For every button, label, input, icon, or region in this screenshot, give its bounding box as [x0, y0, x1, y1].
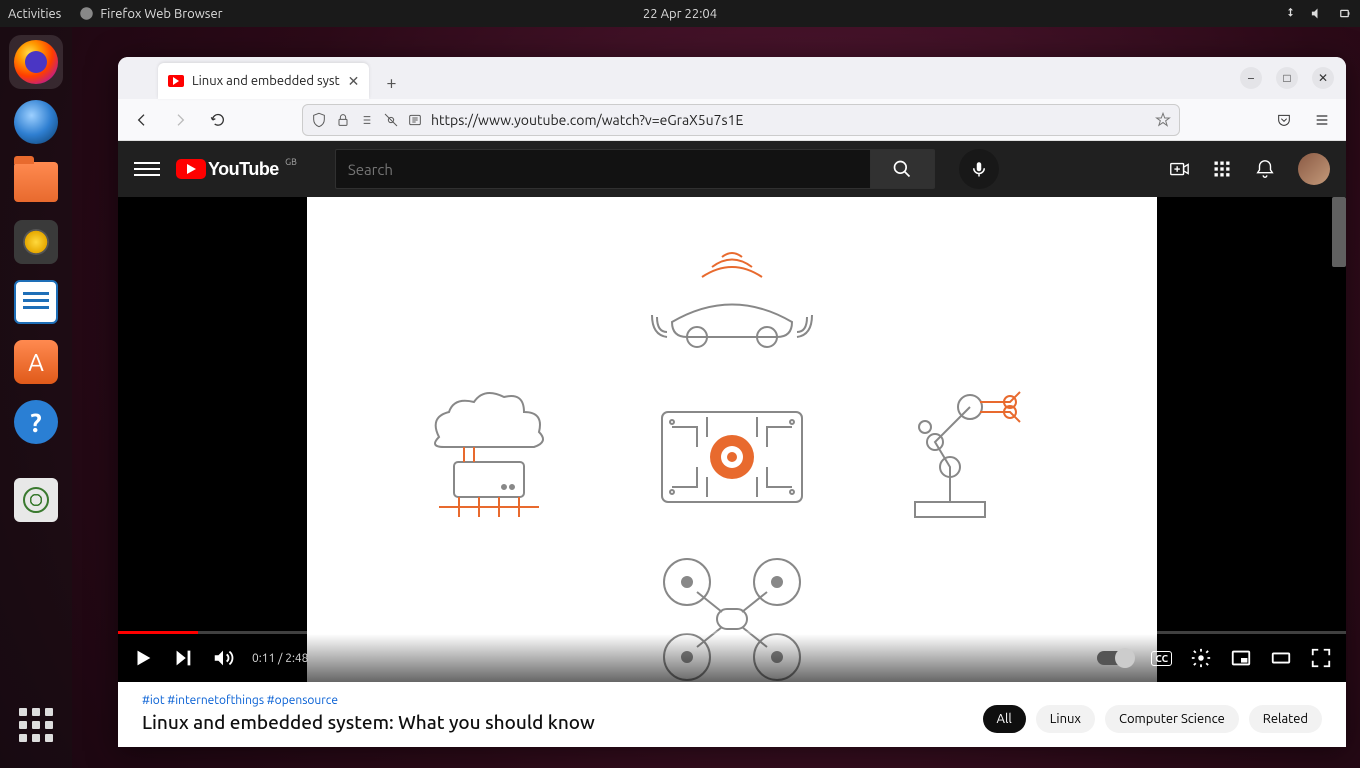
- speaker-icon: [14, 220, 58, 264]
- clock[interactable]: 22 Apr 22:04: [643, 7, 717, 21]
- filter-chips: All Linux Computer Science Related: [983, 705, 1322, 733]
- youtube-play-icon: [176, 159, 206, 179]
- dock-thunderbird[interactable]: [9, 95, 63, 149]
- forward-button[interactable]: [166, 106, 194, 134]
- reader-icon[interactable]: [407, 112, 423, 128]
- chip-cs[interactable]: Computer Science: [1105, 705, 1239, 733]
- tab-title: Linux and embedded syst: [192, 74, 340, 88]
- player-controls: 0:11 / 2:48 CC: [118, 634, 1346, 682]
- back-button[interactable]: [128, 106, 156, 134]
- fullscreen-button-icon[interactable]: [1310, 647, 1332, 669]
- chip-illustration-icon: [647, 397, 817, 517]
- video-hashtags[interactable]: #iot #internetofthings #opensource: [142, 694, 595, 707]
- youtube-search-button[interactable]: [871, 149, 935, 189]
- tracking-icon[interactable]: [383, 112, 399, 128]
- robot-arm-illustration-icon: [895, 387, 1055, 527]
- dock-help[interactable]: ?: [9, 395, 63, 449]
- firefox-window: Linux and embedded syst ✕ + – □ ✕: [118, 57, 1346, 747]
- cloud-server-illustration-icon: [409, 387, 569, 527]
- next-button-icon[interactable]: [172, 647, 194, 669]
- gnome-topbar: Activities Firefox Web Browser 22 Apr 22…: [0, 0, 1360, 27]
- volume-icon[interactable]: [1310, 6, 1325, 21]
- autoplay-toggle[interactable]: [1097, 651, 1133, 665]
- video-player[interactable]: 0:11 / 2:48 CC: [118, 197, 1346, 682]
- video-meta: #iot #internetofthings #opensource Linux…: [118, 682, 1346, 747]
- dock-writer[interactable]: [9, 275, 63, 329]
- window-maximize-button[interactable]: □: [1276, 67, 1298, 89]
- grid-icon: [19, 708, 53, 742]
- youtube-favicon-icon: [168, 75, 184, 87]
- page-scrollbar[interactable]: [1332, 197, 1346, 267]
- active-app-indicator[interactable]: Firefox Web Browser: [79, 6, 222, 21]
- dock-firefox[interactable]: [9, 35, 63, 89]
- activities-button[interactable]: Activities: [8, 7, 61, 21]
- cc-button[interactable]: CC: [1151, 651, 1172, 666]
- trash-icon: [14, 478, 58, 522]
- chip-linux[interactable]: Linux: [1036, 705, 1095, 733]
- power-icon[interactable]: [1337, 6, 1352, 21]
- youtube-create-icon[interactable]: [1168, 158, 1190, 180]
- video-title: Linux and embedded system: What you shou…: [142, 711, 595, 733]
- question-icon: ?: [14, 400, 58, 444]
- chip-all[interactable]: All: [983, 705, 1026, 733]
- app-menu-button[interactable]: [1308, 106, 1336, 134]
- browser-tab[interactable]: Linux and embedded syst ✕: [158, 63, 369, 99]
- url-bar[interactable]: [302, 104, 1180, 136]
- bookmark-star-icon[interactable]: [1155, 112, 1171, 128]
- chip-related[interactable]: Related: [1249, 705, 1322, 733]
- folder-icon: [14, 162, 58, 202]
- tab-bar: Linux and embedded syst ✕ +: [118, 57, 1346, 99]
- firefox-icon: [79, 6, 94, 21]
- window-close-button[interactable]: ✕: [1312, 67, 1334, 89]
- youtube-header: YouTube GB: [118, 141, 1346, 197]
- network-icon[interactable]: [1283, 6, 1298, 21]
- youtube-apps-icon[interactable]: [1212, 159, 1232, 179]
- video-time: 0:11 / 2:48: [252, 652, 308, 665]
- dock-rhythmbox[interactable]: [9, 215, 63, 269]
- pocket-button[interactable]: [1270, 106, 1298, 134]
- dock-files[interactable]: [9, 155, 63, 209]
- youtube-notifications-icon[interactable]: [1254, 158, 1276, 180]
- firefox-icon: [14, 40, 58, 84]
- car-illustration-icon: [642, 237, 822, 357]
- video-content: [307, 197, 1157, 682]
- youtube-voice-search-button[interactable]: [959, 149, 999, 189]
- dock-show-apps[interactable]: [9, 698, 63, 752]
- play-button-icon[interactable]: [132, 647, 154, 669]
- tab-close-button[interactable]: ✕: [348, 73, 360, 90]
- youtube-search-input[interactable]: [335, 149, 871, 189]
- permissions-icon[interactable]: [359, 112, 375, 128]
- thunderbird-icon: [14, 100, 58, 144]
- browser-toolbar: [118, 99, 1346, 141]
- settings-button-icon[interactable]: [1190, 647, 1212, 669]
- reload-button[interactable]: [204, 106, 232, 134]
- youtube-search: [335, 149, 935, 189]
- volume-button-icon[interactable]: [212, 647, 234, 669]
- youtube-page: YouTube GB: [118, 141, 1346, 747]
- theater-button-icon[interactable]: [1270, 647, 1292, 669]
- youtube-avatar[interactable]: [1298, 153, 1330, 185]
- youtube-logo[interactable]: YouTube GB: [176, 159, 279, 180]
- miniplayer-button-icon[interactable]: [1230, 647, 1252, 669]
- dock-trash[interactable]: [9, 473, 63, 527]
- youtube-guide-button[interactable]: [134, 162, 160, 176]
- window-minimize-button[interactable]: –: [1240, 67, 1262, 89]
- shopping-bag-icon: A: [14, 340, 58, 384]
- new-tab-button[interactable]: +: [375, 67, 407, 99]
- url-input[interactable]: [431, 112, 1147, 128]
- document-icon: [14, 280, 58, 324]
- dock: A ?: [0, 27, 72, 768]
- shield-icon[interactable]: [311, 112, 327, 128]
- dock-software[interactable]: A: [9, 335, 63, 389]
- lock-icon[interactable]: [335, 112, 351, 128]
